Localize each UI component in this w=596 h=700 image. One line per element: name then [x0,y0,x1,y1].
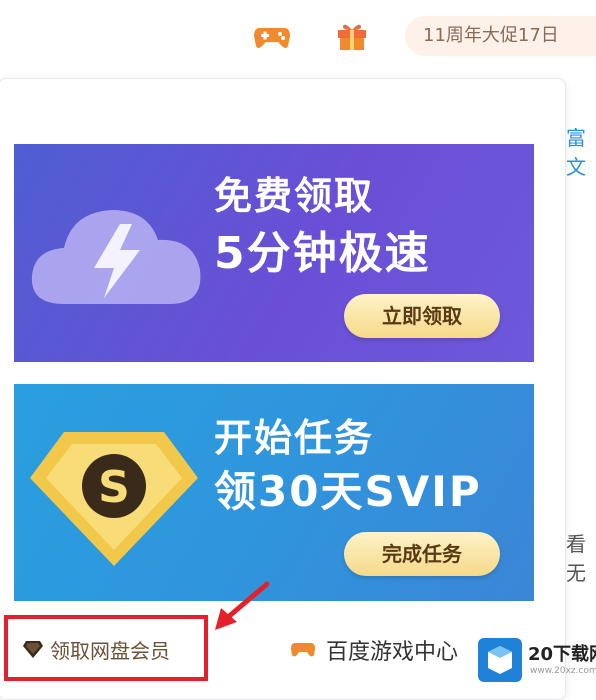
cube-icon [488,646,512,674]
top-bar: 11周年大促17日 [0,0,596,70]
banner-title: 开始任务 [214,416,375,460]
watermark-url: www.20xz.com [530,666,596,676]
watermark-logo-icon [478,638,522,682]
watermark-text: 20下载网 [528,644,596,665]
svg-text:S: S [98,462,130,513]
claim-membership-label: 领取网盘会员 [50,639,170,663]
gift-icon[interactable] [335,20,369,52]
s-diamond-icon: S [30,432,198,566]
svip-task-banner[interactable]: S 开始任务 领30天SVIP 完成任务 [14,384,534,601]
diamond-icon [23,641,43,658]
cloud-lightning-icon [31,210,201,304]
background-text-fragment: 富文 [566,126,586,179]
complete-task-button[interactable]: 完成任务 [344,532,500,576]
speedup-banner[interactable]: 免费领取 5分钟极速 立即领取 [14,144,534,362]
gamepad-icon[interactable] [252,22,292,50]
banner-title: 免费领取 [214,174,375,218]
claim-now-button[interactable]: 立即领取 [344,294,500,338]
promo-banner[interactable]: 11周年大促17日 [405,16,596,56]
red-arrow-annotation [215,581,270,630]
banner-subtitle: 领30天SVIP [214,467,482,516]
gamepad-icon [291,643,315,657]
banner-subtitle: 5分钟极速 [214,228,431,279]
claim-membership-link[interactable]: 领取网盘会员 [4,615,208,681]
background-text-fragment: 看无 [566,532,586,585]
game-center-label: 百度游戏中心 [326,640,459,665]
